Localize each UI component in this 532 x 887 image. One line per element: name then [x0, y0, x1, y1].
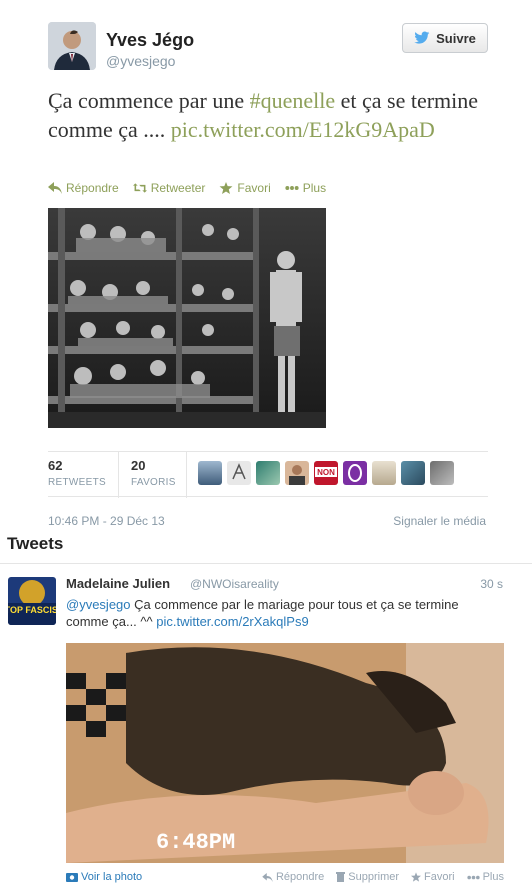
circle-logo-icon — [348, 464, 362, 482]
delete-label: Supprimer — [348, 871, 400, 883]
follow-label: Suivre — [436, 30, 476, 46]
favorites-stat[interactable]: 20 FAVORIS — [131, 458, 176, 488]
stat-divider — [118, 452, 119, 498]
reply-reply-label: Répondre — [275, 871, 325, 883]
favorite-button[interactable]: Favori — [219, 181, 271, 195]
favorite-label: Favori — [237, 181, 271, 195]
tweet-timestamp[interactable]: 10:46 PM - 29 Déc 13 — [48, 514, 165, 528]
svg-text:NON: NON — [317, 468, 335, 477]
reply-favorite-label: Favori — [424, 871, 455, 883]
hashtag-link[interactable]: #quenelle — [250, 88, 336, 113]
favorites-label: FAVORIS — [131, 477, 176, 488]
tweet-actions: Répondre Retweeter Favori Plus — [48, 181, 326, 195]
more-dots-icon — [466, 875, 480, 879]
stat-divider — [186, 452, 187, 498]
report-media-link[interactable]: Signaler le média — [393, 514, 486, 528]
reply-photo[interactable]: 6:48PM — [66, 643, 504, 863]
trash-icon — [336, 872, 346, 882]
retweets-stat[interactable]: 62 RETWEETS — [48, 458, 106, 488]
favoriter-avatar[interactable] — [343, 461, 367, 485]
reply-time[interactable]: 30 s — [480, 577, 503, 591]
more-dots-icon — [285, 186, 299, 190]
twitter-bird-icon — [414, 31, 430, 44]
retweets-count: 62 — [48, 458, 63, 473]
avatar[interactable] — [48, 22, 96, 70]
favoriter-avatar[interactable] — [372, 461, 396, 485]
more-button[interactable]: Plus — [285, 181, 326, 195]
author-name[interactable]: Yves Jégo — [106, 30, 194, 51]
author-handle[interactable]: @yvesjego — [106, 53, 175, 69]
reply-author-name[interactable]: Madelaine Julien — [66, 576, 170, 591]
favoriter-avatars: NON — [198, 461, 454, 485]
tweet-header: Yves Jégo @yvesjego Suivre — [48, 22, 488, 72]
reply-favorite-button[interactable]: Favori — [411, 871, 455, 883]
favoriter-avatar[interactable]: NON — [314, 461, 338, 485]
photo-timestamp-overlay: 6:48PM — [156, 830, 235, 855]
retweet-label: Retweeter — [150, 181, 206, 195]
tweets-section-title: Tweets — [7, 534, 64, 553]
reply-reply-button[interactable]: Répondre — [262, 871, 324, 883]
tweet-text: Ça commence par une #quenelle et ça se t… — [48, 86, 488, 144]
favoriter-avatar[interactable] — [285, 461, 309, 485]
reply-more-label: Plus — [482, 871, 504, 883]
stop-fascism-avatar-icon: STOP FASCISM — [8, 577, 56, 625]
favoriter-avatar[interactable] — [430, 461, 454, 485]
avatar-portrait-icon — [48, 22, 96, 70]
favoriter-avatar[interactable] — [198, 461, 222, 485]
sketch-icon — [232, 463, 246, 480]
barracks-photo-image — [48, 208, 326, 428]
reply-label: Répondre — [66, 181, 119, 195]
photo-icon — [66, 873, 78, 882]
star-icon — [219, 182, 233, 194]
portrait-icon — [289, 465, 305, 485]
reply-avatar[interactable]: STOP FASCISM — [8, 577, 56, 625]
view-photo-link[interactable]: Voir la photo — [66, 871, 142, 883]
follow-button[interactable]: Suivre — [402, 23, 488, 53]
retweets-label: RETWEETS — [48, 477, 106, 488]
reply-arrow-icon — [48, 182, 62, 194]
media-link[interactable]: pic.twitter.com/E12kG9ApaD — [171, 117, 435, 142]
star-icon — [411, 872, 422, 882]
reply-text: @yvesjego Ça commence par le mariage pou… — [66, 596, 502, 630]
favorites-count: 20 — [131, 458, 146, 473]
tweet-text-start: Ça commence par une — [48, 88, 250, 113]
favoriter-avatar[interactable] — [401, 461, 425, 485]
mention-link[interactable]: @yvesjego — [66, 597, 131, 612]
reply-action-buttons: Répondre Supprimer Favori Plus — [262, 871, 504, 883]
more-label: Plus — [302, 181, 327, 195]
reply-button[interactable]: Répondre — [48, 181, 119, 195]
tweet-photo[interactable] — [48, 208, 326, 428]
reply-photo-image: 6:48PM — [66, 643, 504, 863]
favoriter-avatar[interactable] — [256, 461, 280, 485]
avatar-text: STOP FASCISM — [8, 605, 56, 615]
reply-arrow-icon — [262, 872, 273, 882]
tweet-stats: 62 RETWEETS 20 FAVORIS NON — [48, 451, 488, 498]
favoriter-avatar[interactable] — [227, 461, 251, 485]
retweet-button[interactable]: Retweeter — [132, 181, 206, 195]
delete-button[interactable]: Supprimer — [336, 871, 399, 883]
retweet-icon — [132, 183, 147, 193]
reply-media-link[interactable]: pic.twitter.com/2rXakqlPs9 — [156, 614, 308, 629]
view-photo-label: Voir la photo — [81, 871, 143, 883]
reply-more-button[interactable]: Plus — [466, 871, 504, 883]
no-logo-icon: NON — [315, 467, 337, 477]
divider — [0, 563, 532, 564]
reply-author-handle[interactable]: @NWOisareality — [190, 577, 279, 591]
